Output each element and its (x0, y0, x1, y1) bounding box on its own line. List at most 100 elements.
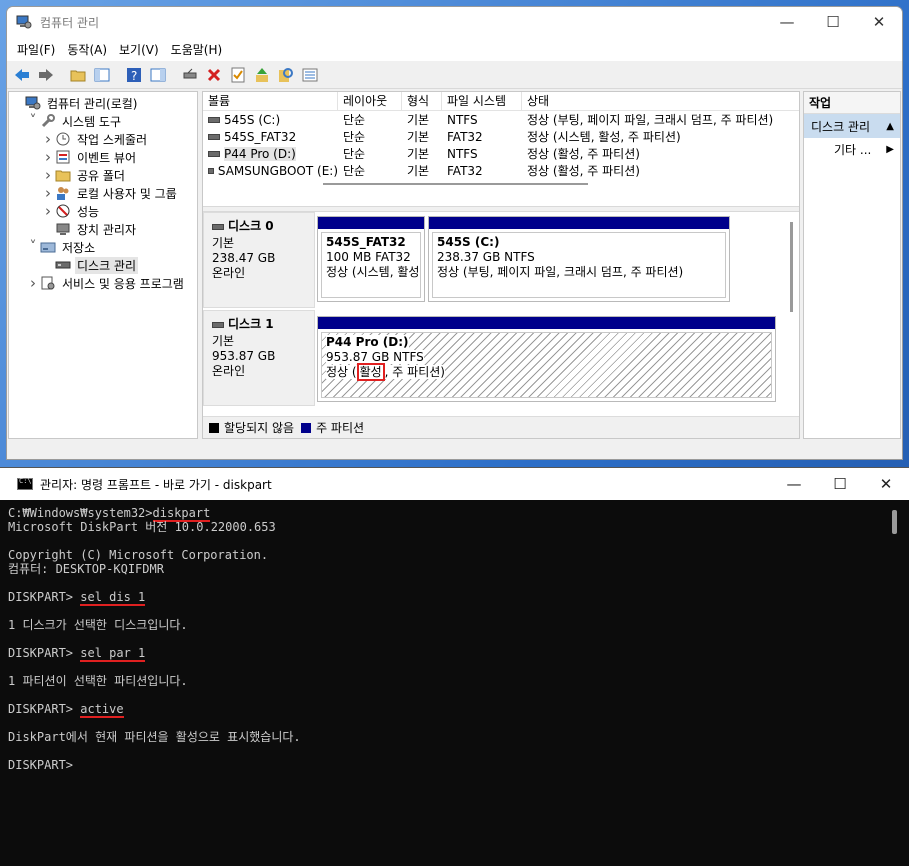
menu-file[interactable]: 파일(F) (11, 41, 61, 58)
disk-1-name: 디스크 1 (228, 317, 274, 331)
show-action-pane-icon[interactable] (147, 64, 169, 86)
vertical-scrollbar[interactable] (790, 222, 793, 312)
console-output[interactable]: C:₩Windows₩system32>diskpart Microsoft Di… (8, 506, 885, 772)
volume-row[interactable]: 545S (C:) 단순 기본 NTFS 정상 (부팅, 페이지 파일, 크래시 덤프,… (203, 111, 799, 128)
column-header-volume[interactable]: 볼륨 (203, 92, 338, 110)
command-prompt-window: 관리자: 명령 프롬프트 - 바로 가기 - diskpart — ☐ ✕ C:… (0, 467, 909, 866)
active-highlight-box: 활성 (356, 363, 385, 381)
tree-item[interactable]: › 이벤트 뷰어 (9, 148, 197, 166)
tree-item-label: 작업 스케줄러 (77, 132, 148, 147)
actions-section-disk-management[interactable]: 디스크 관리 ▲ (804, 114, 900, 138)
horizontal-scrollbar[interactable] (323, 183, 588, 185)
partition-name: 545S_FAT32 (326, 235, 406, 249)
volume-row[interactable]: SAMSUNGBOOT (E:) 단순 기본 FAT32 정상 (활성, 주 파티션) (203, 162, 799, 179)
actions-more[interactable]: 기타 ... ▶ (804, 138, 900, 160)
tree-item[interactable]: 장치 관리자 (9, 220, 197, 238)
search-icon[interactable] (275, 64, 297, 86)
up-folder-icon[interactable] (67, 64, 89, 86)
console-text: Copyright (C) Microsoft Corporation. (8, 548, 269, 562)
connect-drive-icon[interactable] (179, 64, 201, 86)
partition-545s-fat32[interactable]: 545S_FAT32 100 MB FAT32 정상 (시스템, 활성 (317, 216, 425, 302)
close-button[interactable]: ✕ (856, 7, 902, 37)
computer-icon (25, 95, 41, 111)
tree-item-label: 시스템 도구 (62, 114, 122, 129)
volume-status: 정상 (활성, 주 파티션) (527, 147, 640, 161)
list-view-icon[interactable] (299, 64, 321, 86)
toolbar: ? (7, 61, 902, 89)
console-command-underlined: active (80, 702, 124, 718)
menu-view[interactable]: 보기(V) (113, 41, 165, 58)
console-text: C:₩Windows₩system32> (8, 506, 153, 520)
tree-item[interactable]: › 서비스 및 응용 프로그램 (9, 274, 197, 292)
expanded-chevron-icon[interactable]: ˅ (26, 239, 40, 255)
expanded-chevron-icon[interactable]: ˅ (26, 113, 40, 129)
tree-item-label: 컴퓨터 관리(로컬) (47, 96, 138, 111)
forward-icon[interactable] (35, 64, 57, 86)
partition-size: 100 MB FAT32 (326, 250, 411, 264)
unallocated-swatch (209, 422, 219, 433)
legend-primary-partition: 주 파티션 (316, 421, 365, 435)
column-header-filesystem[interactable]: 파일 시스템 (442, 92, 522, 110)
disk-1-row: 디스크 1 기본 953.87 GB 온라인 P44 Pro (D:) 953.… (203, 310, 797, 406)
tree-item[interactable]: ˅ 저장소 (9, 238, 197, 256)
disk-1-state: 온라인 (212, 364, 246, 378)
disk-0-size: 238.47 GB (212, 251, 276, 265)
minimize-button[interactable]: — (764, 7, 810, 37)
console-line: Microsoft DiskPart 버전 10.0.22000.653 (8, 520, 885, 534)
tree-item-label: 디스크 관리 (75, 256, 139, 274)
cmd-window-title: 관리자: 명령 프롬프트 - 바로 가기 - diskpart (40, 477, 272, 492)
computer-management-icon (16, 15, 32, 29)
properties-icon[interactable] (227, 64, 249, 86)
disk-1-info[interactable]: 디스크 1 기본 953.87 GB 온라인 (203, 310, 315, 406)
column-header-type[interactable]: 형식 (402, 92, 442, 110)
column-header-layout[interactable]: 레이아웃 (338, 92, 402, 110)
disk-0-name: 디스크 0 (228, 219, 274, 233)
volume-list: 545S (C:) 단순 기본 NTFS 정상 (부팅, 페이지 파일, 크래시 덤프,… (203, 111, 799, 179)
volume-row[interactable]: P44 Pro (D:) 단순 기본 NTFS 정상 (활성, 주 파티션) (203, 145, 799, 162)
legend-unallocated: 할당되지 않음 (224, 421, 295, 435)
volume-row[interactable]: 545S_FAT32 단순 기본 FAT32 정상 (시스템, 활성, 주 파티션) (203, 128, 799, 145)
volume-filesystem: NTFS (447, 112, 478, 127)
cmd-close-button[interactable]: ✕ (863, 468, 909, 500)
tree-item[interactable]: ˅ 시스템 도구 (9, 112, 197, 130)
tree-item[interactable]: 디스크 관리 (9, 256, 197, 274)
console-line: Copyright (C) Microsoft Corporation. (8, 548, 885, 562)
tree-item[interactable]: › 공유 폴더 (9, 166, 197, 184)
primary-partition-bar (318, 217, 424, 229)
collapsed-chevron-icon[interactable]: › (26, 274, 40, 292)
tree-item[interactable]: › 로컬 사용자 및 그룹 (9, 184, 197, 202)
console-command-underlined: sel dis 1 (80, 590, 146, 606)
help-icon[interactable]: ? (123, 64, 145, 86)
drive-icon (208, 116, 220, 123)
collapsed-chevron-icon[interactable]: › (41, 130, 55, 148)
partition-p44-pro-d[interactable]: P44 Pro (D:) 953.87 GB NTFS 정상 (활성, 주 파티… (317, 316, 776, 402)
tree-item[interactable]: 컴퓨터 관리(로컬) (9, 94, 197, 112)
column-header-status[interactable]: 상태 (522, 92, 799, 110)
show-hide-tree-icon[interactable] (91, 64, 113, 86)
collapsed-chevron-icon[interactable]: › (41, 184, 55, 202)
disk-0-info[interactable]: 디스크 0 기본 238.47 GB 온라인 (203, 212, 315, 308)
collapsed-chevron-icon[interactable]: › (41, 166, 55, 184)
volume-name: 545S (C:) (224, 112, 281, 127)
up-arrow-icon[interactable] (251, 64, 273, 86)
primary-partition-bar (429, 217, 729, 229)
services-icon (40, 275, 56, 291)
disk-1-type: 기본 (212, 334, 235, 348)
tree-item[interactable]: › 작업 스케줄러 (9, 130, 197, 148)
delete-icon[interactable] (203, 64, 225, 86)
menu-action[interactable]: 동작(A) (61, 41, 113, 58)
menu-help[interactable]: 도움말(H) (165, 41, 229, 58)
volume-filesystem: NTFS (447, 146, 478, 161)
collapsed-chevron-icon[interactable]: › (41, 202, 55, 220)
partition-545s-c[interactable]: 545S (C:) 238.37 GB NTFS 정상 (부팅, 페이지 파일,… (428, 216, 730, 302)
cmd-icon (17, 477, 33, 490)
collapsed-chevron-icon[interactable]: › (41, 148, 55, 166)
back-icon[interactable] (11, 64, 33, 86)
cmd-maximize-button[interactable]: ☐ (817, 468, 863, 500)
tree-item[interactable]: › 성능 (9, 202, 197, 220)
maximize-button[interactable]: ☐ (810, 7, 856, 37)
cmd-minimize-button[interactable]: — (771, 468, 817, 500)
console-scrollbar-thumb[interactable] (892, 510, 897, 534)
